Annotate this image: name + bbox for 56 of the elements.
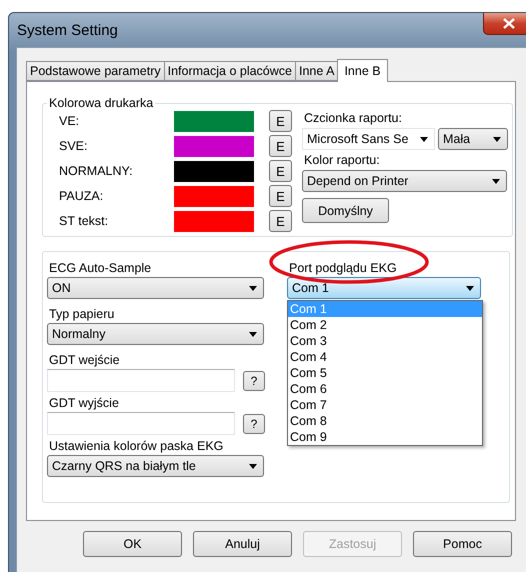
tab[interactable]: Podstawowe parametry	[26, 61, 165, 81]
text-field[interactable]	[47, 412, 235, 435]
tab[interactable]: Inne A	[295, 61, 338, 81]
field-label: GDT wejście	[49, 353, 121, 367]
caret-icon	[466, 286, 474, 290]
list-option[interactable]: Com 2	[288, 317, 482, 333]
close-button[interactable]	[483, 13, 526, 35]
field-label: Kolor raportu:	[304, 153, 381, 167]
caret-icon	[249, 286, 257, 290]
dropdown[interactable]: Normalny	[47, 323, 264, 345]
list-option[interactable]: Com 9	[288, 429, 482, 445]
list-option[interactable]: Com 8	[288, 413, 482, 429]
edit-button[interactable]: E	[269, 160, 292, 182]
color-label: VE:	[59, 114, 80, 128]
edit-button[interactable]: E	[269, 135, 292, 157]
report-color-dropdown[interactable]: Depend on Printer	[302, 170, 507, 192]
field-label: Ustawienia kolorów paska EKG	[49, 439, 224, 453]
list-option[interactable]: Com 6	[288, 381, 482, 397]
field-label: Czcionka raportu:	[304, 111, 403, 125]
font-dropdown[interactable]: Microsoft Sans Se	[302, 128, 435, 150]
list-option[interactable]: Com 5	[288, 365, 482, 381]
dialog-button[interactable]: Pomoc	[413, 531, 512, 557]
field-label: Port podglądu EKG	[289, 261, 398, 275]
caret-icon	[492, 178, 500, 184]
caret-icon	[249, 332, 257, 336]
text-field[interactable]	[47, 369, 235, 392]
close-icon	[503, 18, 515, 29]
caret-icon	[249, 464, 257, 468]
window-title: System Setting	[17, 22, 118, 39]
list-option[interactable]: Com 3	[288, 333, 482, 349]
edit-button[interactable]: E	[269, 185, 292, 207]
help-button[interactable]: ?	[243, 414, 265, 434]
color-label: ST tekst:	[59, 214, 110, 228]
field-label: GDT wyjście	[49, 396, 120, 410]
list-option[interactable]: Com 7	[288, 397, 482, 413]
dialog-button[interactable]: Anuluj	[193, 531, 292, 557]
edit-button[interactable]: E	[269, 210, 292, 232]
default-button[interactable]: Domyślny	[302, 198, 389, 223]
color-label: SVE:	[59, 139, 88, 153]
field-label: ECG Auto-Sample	[49, 261, 152, 275]
edit-button[interactable]: E	[269, 110, 292, 132]
group-title: Kolorowa drukarka	[48, 96, 154, 110]
caret-icon	[420, 136, 428, 142]
dialog-button[interactable]: OK	[83, 531, 182, 557]
field-label: Typ papieru	[49, 307, 116, 321]
dropdown[interactable]: ON	[47, 277, 264, 299]
caret-icon	[493, 136, 501, 142]
port-dropdown[interactable]: Com 1	[287, 277, 481, 299]
color-label: NORMALNY:	[59, 164, 134, 178]
tab[interactable]: Inne B	[337, 59, 388, 82]
help-button[interactable]: ?	[243, 370, 265, 390]
dropdown[interactable]: Czarny QRS na białym tle	[47, 455, 264, 477]
color-label: PAUZA:	[59, 189, 104, 203]
tab[interactable]: Informacja o placówce	[164, 61, 296, 81]
size-dropdown[interactable]: Mała	[438, 128, 508, 150]
list-option[interactable]: Com 4	[288, 349, 482, 365]
